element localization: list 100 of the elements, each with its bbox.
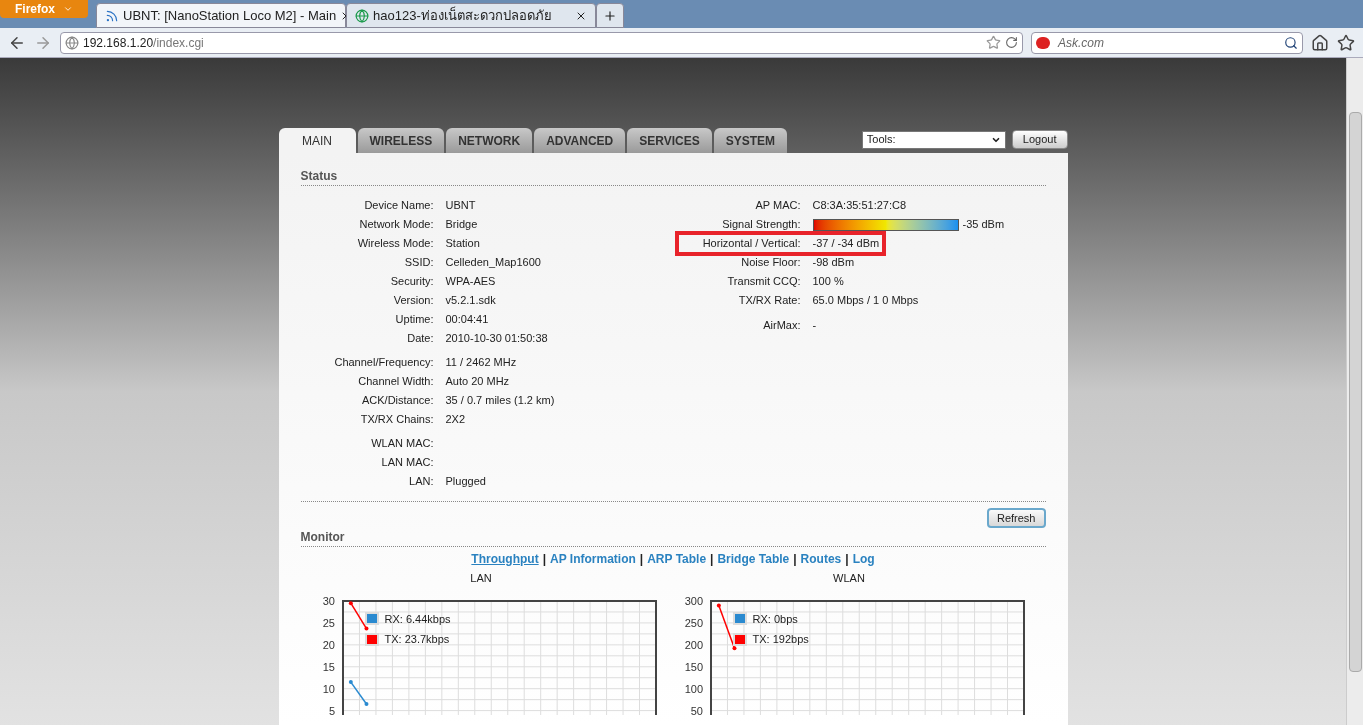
- series-line: [348, 600, 368, 631]
- field-value: UBNT: [445, 198, 476, 214]
- field-label: Channel Width:: [357, 374, 435, 390]
- legend-label: RX: 6.44kbps: [384, 611, 451, 627]
- field-value: Auto 20 MHz: [445, 374, 510, 390]
- axis-tick-label: 200: [684, 638, 703, 651]
- field-value: -35 dBm: [962, 217, 1005, 233]
- field-label: ACK/Distance:: [360, 393, 435, 409]
- field-label: Device Name:: [363, 198, 435, 214]
- legend-label: RX: 0bps: [752, 611, 798, 627]
- logout-button[interactable]: Logout: [1011, 130, 1068, 149]
- section-title: Status: [300, 167, 1046, 186]
- axis-tick-label: 300: [684, 594, 703, 607]
- field-label: Noise Floor:: [740, 255, 802, 271]
- field-value: 100 %: [812, 274, 844, 290]
- field-value: 00:04:41: [445, 312, 489, 328]
- link-separator: |: [845, 551, 849, 568]
- field-label: TX/RX Rate:: [737, 293, 802, 309]
- axis-tick-label: 25: [322, 616, 335, 629]
- globe-icon: [65, 35, 79, 50]
- browser-tab[interactable]: UBNT: [NanoStation Loco M2] - Main: [96, 3, 346, 28]
- monitor-link[interactable]: Log: [852, 550, 875, 568]
- search-field[interactable]: Ask.com: [1031, 31, 1303, 54]
- axis-tick-label: 5: [328, 704, 335, 717]
- field-label: LAN:: [408, 474, 435, 490]
- axis-tick-label: 50: [690, 704, 703, 717]
- field-value: Celleden_Map1600: [445, 255, 541, 271]
- monitor-link[interactable]: AP Information: [550, 550, 636, 568]
- field-label: Horizontal / Vertical:: [701, 236, 802, 252]
- field-value: 11 / 2462 MHz: [445, 355, 517, 371]
- monitor-link[interactable]: Routes: [800, 550, 842, 568]
- field-label: WLAN MAC:: [370, 436, 435, 452]
- field-label: Uptime:: [394, 312, 435, 328]
- chart-title: LAN: [470, 571, 492, 586]
- engine-icon: [1036, 36, 1050, 49]
- legend-label: TX: 23.7kbps: [384, 632, 450, 647]
- link-separator: |: [710, 551, 714, 568]
- caret-icon: [63, 4, 73, 14]
- star-icon[interactable]: [986, 35, 1001, 50]
- monitor-link[interactable]: ARP Table: [647, 550, 707, 568]
- field-label: AP MAC:: [754, 198, 802, 214]
- chart-title: WLAN: [833, 571, 865, 586]
- field-label: Network Mode:: [358, 217, 435, 233]
- link-separator: |: [542, 551, 547, 568]
- nav-tab[interactable]: ADVANCED: [534, 128, 626, 153]
- monitor-link[interactable]: Bridge Table: [717, 550, 790, 568]
- axis-tick-label: 250: [684, 616, 703, 629]
- field-value: 2X2: [445, 412, 466, 428]
- home-icon[interactable]: [1311, 33, 1329, 52]
- axis-tick-label: 10: [322, 682, 335, 695]
- nav-tab[interactable]: WIRELESS: [357, 128, 445, 153]
- url-host: 192.168.1.20: [83, 34, 154, 52]
- field-value: Bridge: [445, 217, 478, 233]
- field-value: Plugged: [445, 474, 486, 490]
- field-value: -: [812, 318, 817, 334]
- address-bar[interactable]: 192.168.1.20/index.cgi: [60, 31, 1023, 54]
- search-icon[interactable]: [1284, 35, 1298, 50]
- plus-icon: [603, 8, 617, 23]
- nav-tab[interactable]: SERVICES: [627, 128, 712, 153]
- field-value: WPA-AES: [445, 274, 496, 290]
- field-label: AirMax:: [762, 318, 802, 334]
- browser-tab[interactable]: hao123-ท่องเน็ตสะดวกปลอดภัย: [346, 3, 596, 28]
- legend-label: TX: 192bps: [752, 632, 809, 647]
- bookmarks-icon[interactable]: [1337, 33, 1355, 52]
- axis-tick-label: 20: [322, 638, 335, 651]
- field-label: Signal Strength:: [721, 217, 802, 233]
- reload-icon[interactable]: [1005, 36, 1018, 49]
- field-value: 2010-10-30 01:50:38: [445, 331, 548, 347]
- field-label: Version:: [392, 293, 435, 309]
- field-label: Date:: [406, 331, 435, 347]
- new-tab-button[interactable]: [596, 3, 624, 28]
- field-value: -37 / -34 dBm: [812, 236, 880, 252]
- field-value: v5.2.1.sdk: [445, 293, 496, 309]
- scrollbar[interactable]: [1346, 58, 1363, 725]
- field-value: 35 / 0.7 miles (1.2 km): [445, 393, 555, 409]
- nav-tab[interactable]: MAIN: [278, 128, 356, 153]
- field-value: Station: [445, 236, 480, 252]
- field-label: Wireless Mode:: [356, 236, 435, 252]
- site-icon: [355, 8, 369, 23]
- nav-tab[interactable]: SYSTEM: [713, 128, 788, 153]
- field-label: Security:: [389, 274, 435, 290]
- series-line: [348, 679, 368, 706]
- axis-tick-label: 150: [684, 660, 703, 673]
- field-label: TX/RX Chains:: [359, 412, 435, 428]
- field-label: Channel/Frequency:: [333, 355, 435, 371]
- nav-tab[interactable]: NETWORK: [446, 128, 533, 153]
- feed-icon: [105, 8, 119, 23]
- field-value: C8:3A:35:51:27:C8: [812, 198, 907, 214]
- tools-dropdown[interactable]: Tools:: [861, 130, 1006, 149]
- refresh-button[interactable]: Refresh: [986, 508, 1046, 528]
- field-value: 65.0 Mbps / 1 0 Mbps: [812, 293, 919, 309]
- field-label: LAN MAC:: [380, 455, 435, 471]
- url-path: /index.cgi: [153, 34, 204, 52]
- field-value: -98 dBm: [812, 255, 855, 271]
- link-separator: |: [639, 551, 644, 568]
- field-label: Transmit CCQ:: [726, 274, 802, 290]
- axis-tick-label: 100: [684, 682, 703, 695]
- monitor-link[interactable]: Throughput: [471, 550, 539, 568]
- field-label: SSID:: [403, 255, 435, 271]
- axis-tick-label: 15: [322, 660, 335, 673]
